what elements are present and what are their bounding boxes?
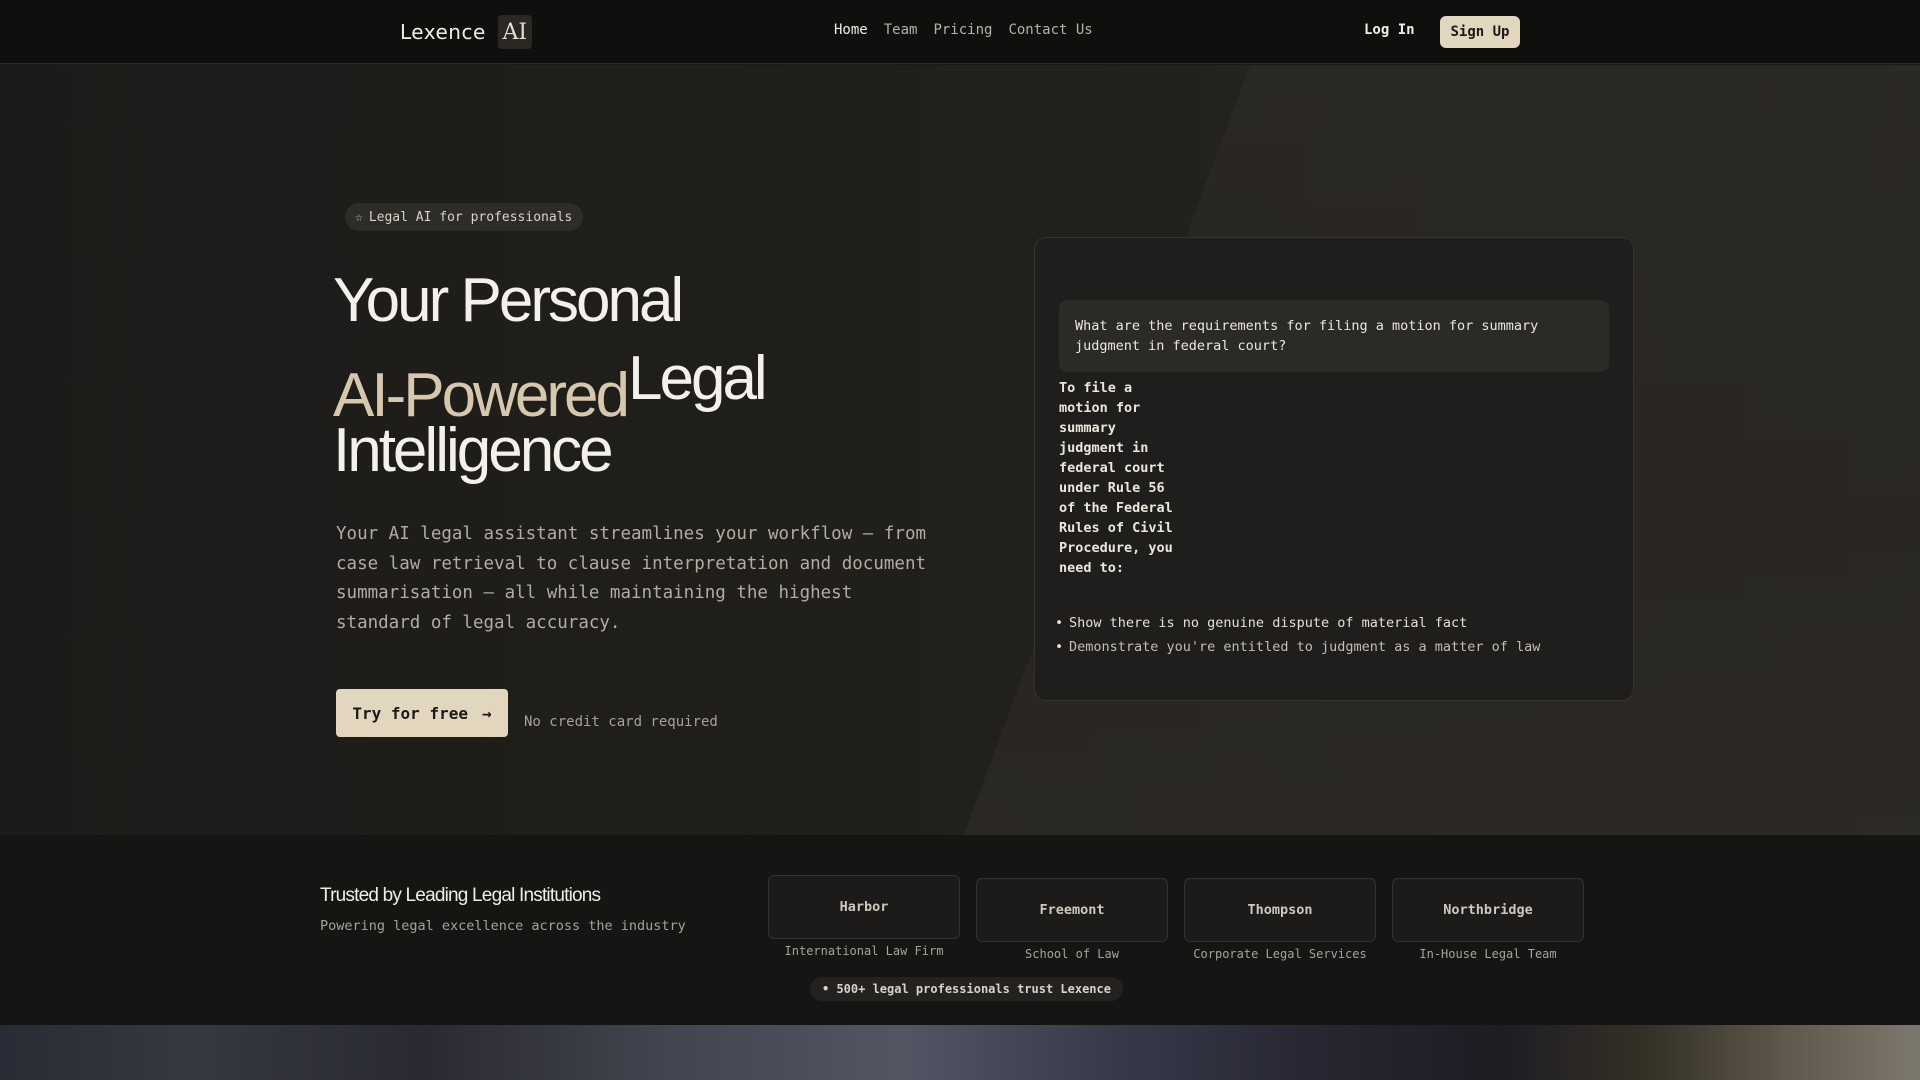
chat-demo-card: What are the requirements for filing a m… (1034, 237, 1634, 701)
brand[interactable]: Lexence AI (400, 14, 532, 50)
firm-type: School of Law (1025, 947, 1119, 961)
login-button[interactable]: Log In (1364, 22, 1415, 38)
nav-link-contact[interactable]: Contact Us (1008, 22, 1092, 38)
signup-button[interactable]: Sign Up (1440, 16, 1520, 48)
firm-type: Corporate Legal Services (1193, 947, 1367, 961)
chat-answer: To file a motion for summary judgment in… (1059, 380, 1173, 576)
hero-title-line2: Legal (628, 344, 768, 413)
star-icon: ☆ (355, 209, 363, 225)
nav-link-team[interactable]: Team (884, 22, 918, 38)
top-nav: Lexence AI Home Team Pricing Contact Us … (0, 0, 1920, 64)
trust-title: Trusted by Leading Legal Institutions (320, 885, 601, 906)
hero-title-line3: Intelligence (333, 416, 614, 485)
bottom-gradient-image (0, 1025, 1920, 1080)
hero-badge-label: Legal AI for professionals (368, 209, 573, 225)
hero-badge: ☆ Legal AI for professionals (345, 203, 584, 231)
chat-answer-bullets: Show there is no genuine dispute of mate… (1055, 611, 1540, 659)
firm-card-northbridge: Northbridge (1392, 878, 1584, 942)
chat-bullet: Show there is no genuine dispute of mate… (1055, 611, 1540, 635)
no-credit-card-note: No credit card required (524, 714, 718, 730)
hero-title-line1: Your Personal (333, 266, 684, 335)
try-for-free-button[interactable]: Try for free → (336, 689, 508, 737)
chat-bullet: Demonstrate you're entitled to judgment … (1055, 635, 1540, 659)
brand-name[interactable]: Lexence (400, 20, 486, 44)
nav-link-home[interactable]: Home (834, 22, 868, 38)
brand-logo-icon[interactable]: AI (497, 15, 532, 49)
firm-type: International Law Firm (784, 944, 944, 958)
nav-link-pricing[interactable]: Pricing (933, 22, 992, 38)
trust-count-pill: • 500+ legal professionals trust Lexence (810, 977, 1123, 1001)
firm-card-harbor: Harbor (768, 875, 960, 939)
chat-question: What are the requirements for filing a m… (1059, 300, 1609, 372)
firm-card-freemont: Freemont (976, 878, 1168, 942)
nav-links: Home Team Pricing Contact Us (834, 22, 1093, 38)
trust-subtitle: Powering legal excellence across the ind… (320, 918, 686, 934)
firm-card-thompson: Thompson (1184, 878, 1376, 942)
arrow-right-icon: → (481, 703, 492, 723)
firm-type: In-House Legal Team (1419, 947, 1557, 961)
hero-section: ☆ Legal AI for professionals Your Person… (0, 65, 1920, 835)
trust-section: Trusted by Leading Legal Institutions Po… (0, 835, 1920, 1025)
try-for-free-label: Try for free (352, 703, 468, 723)
hero-description: Your AI legal assistant streamlines your… (336, 524, 927, 633)
